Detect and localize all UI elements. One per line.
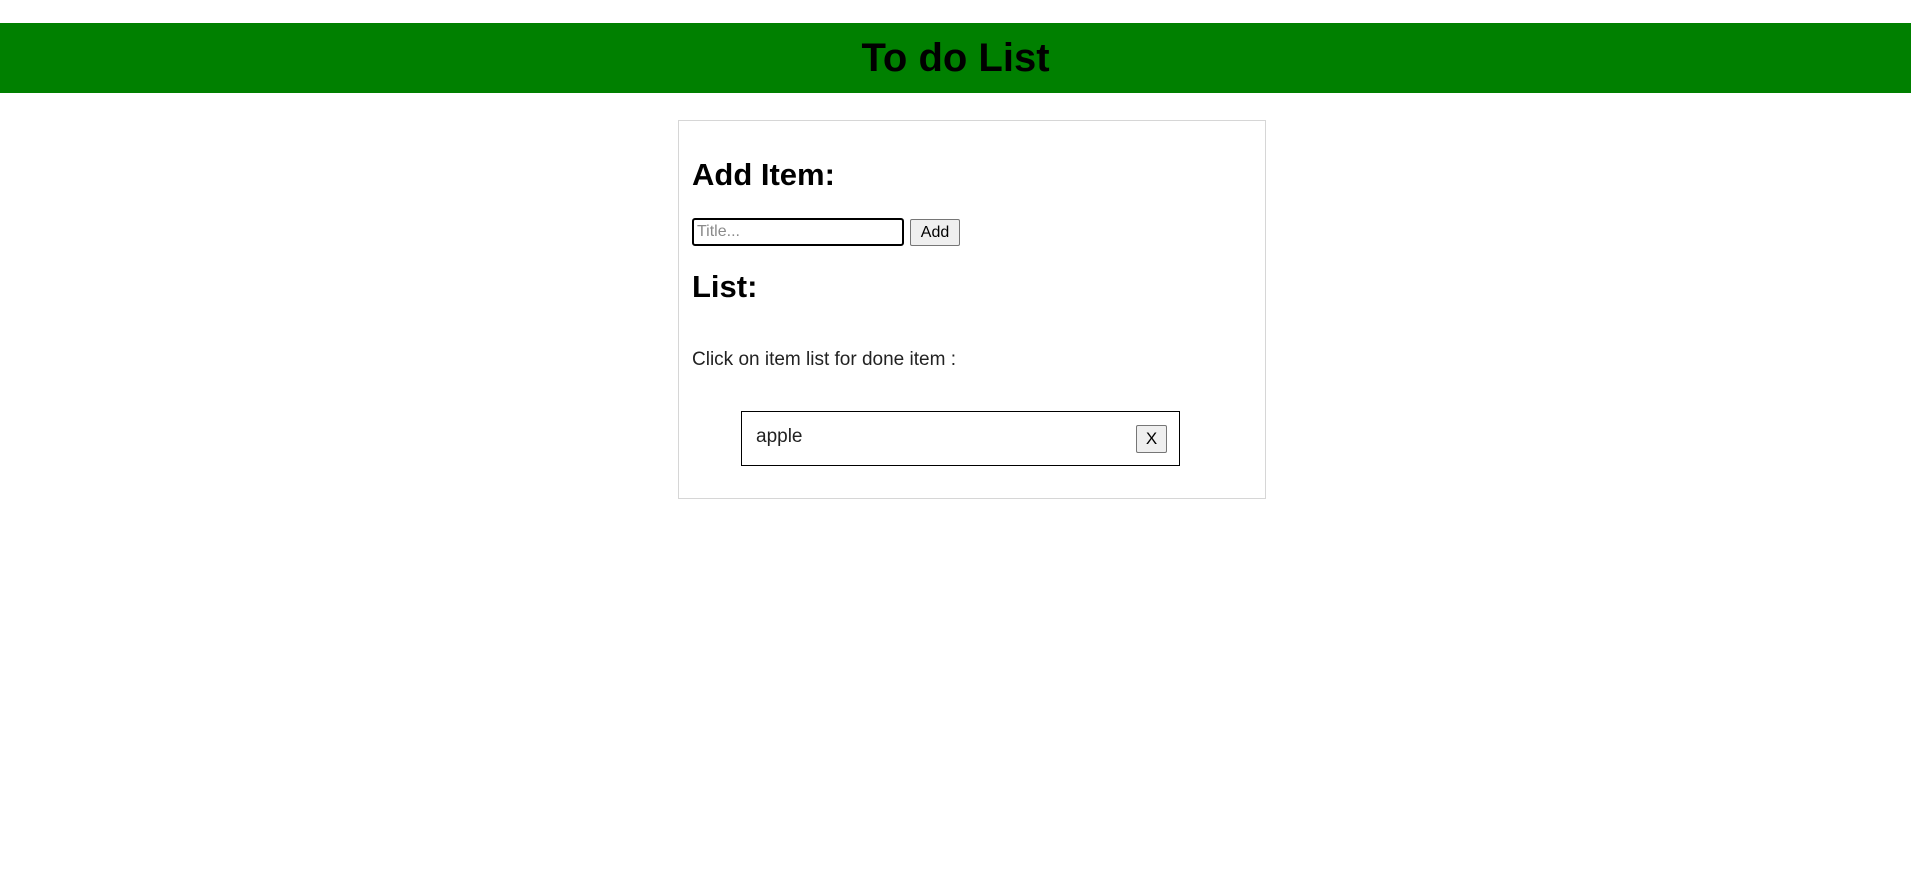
app-header: To do List [0,23,1911,93]
list-instructions: Click on item list for done item : [692,349,956,370]
title-input[interactable] [692,218,904,246]
page-title: To do List [861,35,1050,80]
list-item[interactable]: apple X [741,411,1180,466]
add-item-heading: Add Item: [692,157,835,192]
todo-list: apple X [741,411,1180,466]
add-button[interactable]: Add [910,219,960,246]
list-item-text: apple [756,426,803,447]
delete-item-button[interactable]: X [1136,425,1167,453]
list-heading: List: [692,269,758,304]
todo-card: Add Item: Add List: Click on item list f… [678,120,1266,499]
